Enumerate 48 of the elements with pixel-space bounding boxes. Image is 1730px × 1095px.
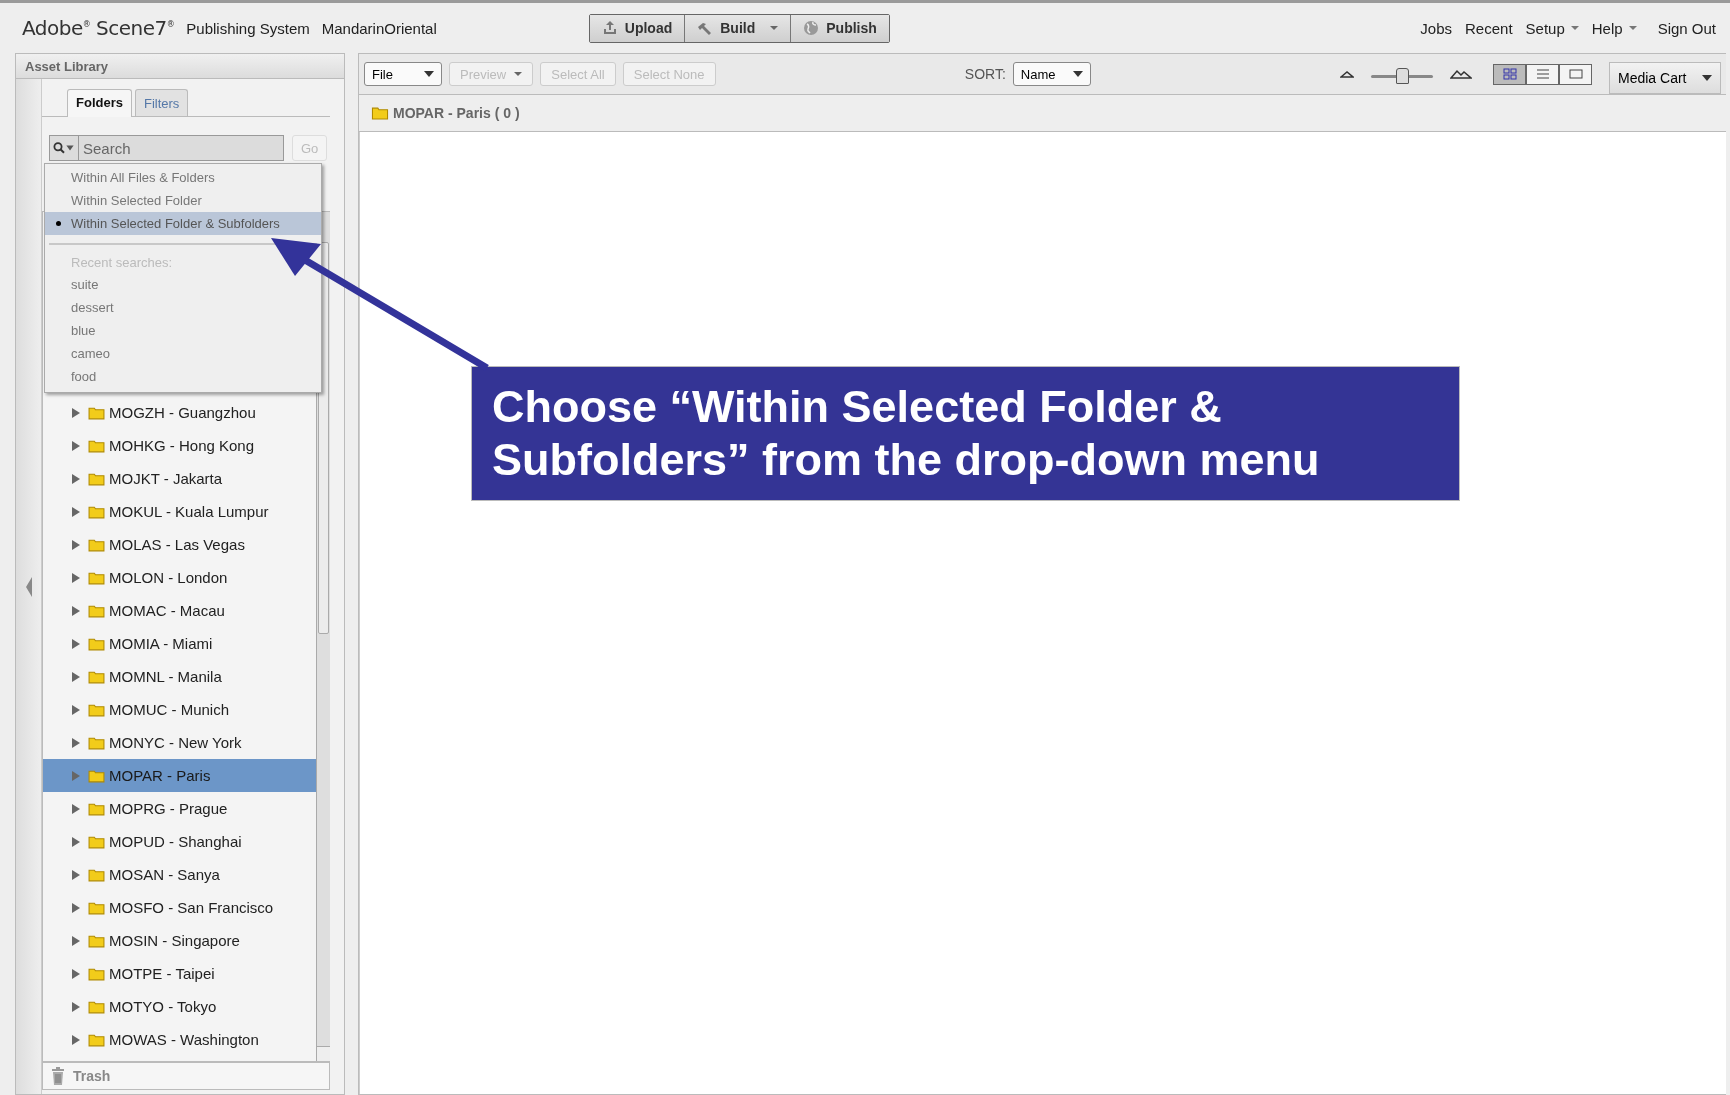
annotation-text: Choose “Within Selected Folder & Subfolders” from the drop-down menu <box>492 380 1321 487</box>
folder-item[interactable]: MOMUC - Munich <box>43 693 316 726</box>
product-name: Publishing System <box>186 19 310 37</box>
folder-item[interactable]: MOGZH - Guangzhou <box>43 396 316 429</box>
folder-item[interactable]: MOSAN - Sanya <box>43 858 316 891</box>
breadcrumb-text: MOPAR - Paris ( 0 ) <box>393 105 520 121</box>
folder-item[interactable]: MOSFO - San Francisco <box>43 891 316 924</box>
sort-dropdown[interactable]: Name <box>1012 62 1091 86</box>
panel-title: Asset Library <box>25 58 109 74</box>
company-name: MandarinOriental <box>321 19 437 37</box>
search-field[interactable]: Search <box>79 135 284 161</box>
folder-item[interactable]: MOTPE - Taipei <box>43 957 316 990</box>
folder-item[interactable]: MOLAS - Las Vegas <box>43 528 316 561</box>
action-button[interactable]: Upload <box>589 14 686 42</box>
folder-item[interactable]: MOMAC - Macau <box>43 594 316 627</box>
nav-link[interactable]: Jobs <box>1420 19 1453 37</box>
menu-item[interactable]: dessert <box>45 296 321 319</box>
folder-item[interactable]: MOTYO - Tokyo <box>43 990 316 1023</box>
app-logo: Adobe$^{®}$ Scene7$^{®}$ <box>22 16 175 40</box>
file-dropdown[interactable]: File <box>364 62 442 86</box>
folder-item[interactable]: MONYC - New York <box>43 726 316 759</box>
menu-item[interactable]: Within Selected Folder <box>45 189 321 212</box>
folder-item[interactable]: MOLON - London <box>43 561 316 594</box>
menu-item[interactable]: Within All Files & Folders <box>45 166 321 189</box>
nav-link[interactable]: Help <box>1591 19 1637 37</box>
nav-link[interactable]: Sign Out <box>1657 19 1716 37</box>
panel-tab[interactable]: Folders <box>67 89 132 117</box>
action-button[interactable]: Publish <box>791 14 889 42</box>
menu-item[interactable]: cameo <box>45 342 321 365</box>
nav-link[interactable]: Setup <box>1525 19 1579 37</box>
media-cart-button[interactable]: Media Cart <box>1609 62 1721 94</box>
folder-item[interactable]: MOKUL - Kuala Lumpur <box>43 495 316 528</box>
folder-item[interactable]: MOMIA - Miami <box>43 627 316 660</box>
folder-item[interactable]: MOPUD - Shanghai <box>43 825 316 858</box>
action-button[interactable]: Build <box>685 14 792 42</box>
folder-item[interactable]: MOHKG - Hong Kong <box>43 429 316 462</box>
menu-item[interactable]: food <box>45 365 321 388</box>
menu-item[interactable]: Within Selected Folder & Subfolders <box>45 212 321 235</box>
folder-item[interactable]: MOJKT - Jakarta <box>43 462 316 495</box>
nav-link[interactable]: Recent <box>1465 19 1513 37</box>
folder-item[interactable]: MOSIN - Singapore <box>43 924 316 957</box>
folder-item[interactable]: MOMNL - Manila <box>43 660 316 693</box>
folder-item[interactable]: MOWAS - Washington <box>43 1023 316 1056</box>
menu-item[interactable]: blue <box>45 319 321 342</box>
folder-item[interactable]: MOPAR - Paris <box>43 759 316 792</box>
folder-item[interactable]: MOPRG - Prague <box>43 792 316 825</box>
menu-item[interactable]: suite <box>45 273 321 296</box>
sort-label: SORT: <box>964 66 1006 82</box>
